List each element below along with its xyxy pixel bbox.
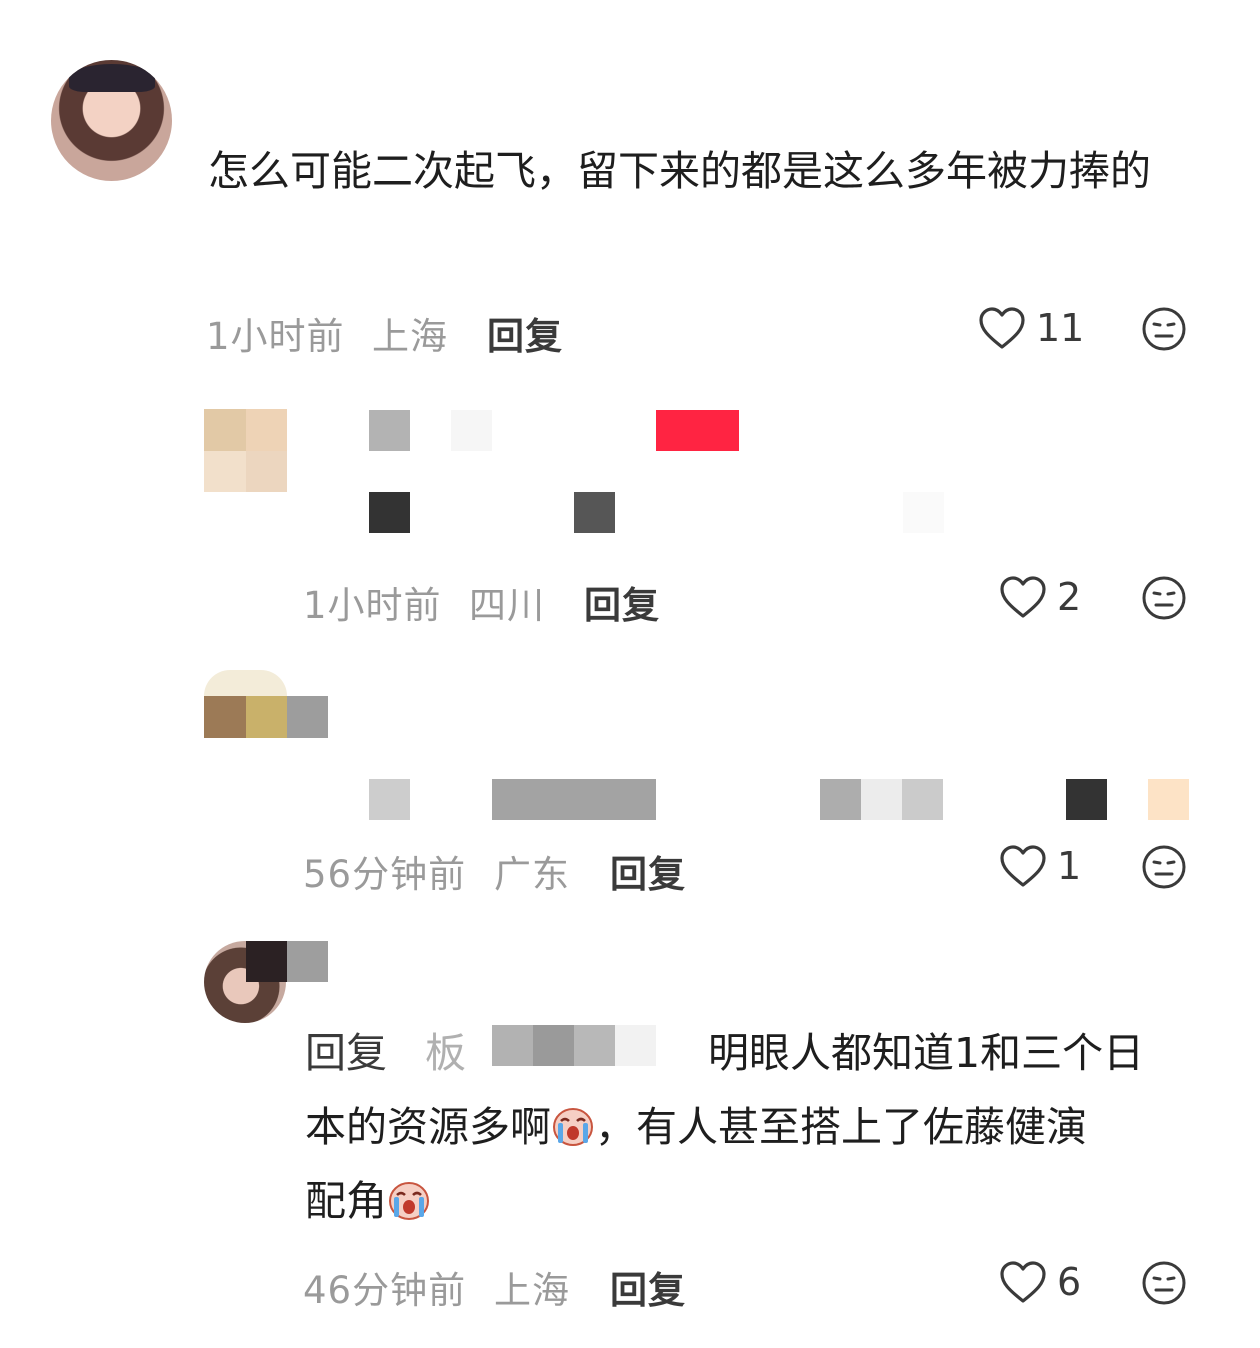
user-avatar[interactable] (204, 670, 328, 738)
like-button[interactable]: 2 (999, 575, 1081, 619)
like-count: 1 (1057, 844, 1082, 888)
pixel-block (246, 409, 287, 451)
redacted-text (820, 779, 861, 820)
comment-text: 明眼人都知道1和三个日 (708, 1029, 1145, 1077)
pixel-block (204, 451, 246, 492)
comment-time: 1小时前 (206, 315, 345, 358)
dislike-face-icon[interactable] (1141, 575, 1187, 621)
comment-location: 上海 (372, 315, 448, 358)
redacted-username (246, 941, 287, 982)
comment-text: 本的资源多啊 (305, 1103, 551, 1151)
redacted-username (492, 1025, 533, 1066)
reply-prefix: 回复 (305, 1029, 387, 1077)
user-avatar[interactable] (204, 409, 287, 492)
redacted-username (574, 1025, 615, 1066)
redacted-text (861, 779, 902, 820)
comment-text: 怎么可能二次起飞，留下来的都是这么多年被力捧的 (208, 147, 1151, 195)
redacted-username (451, 410, 492, 451)
redacted-sticker (1148, 779, 1189, 820)
avatar-hat (69, 64, 155, 92)
redacted-username (369, 410, 410, 451)
redacted-text (369, 492, 410, 533)
pixel-block (246, 451, 287, 492)
redacted-text (903, 492, 944, 533)
redacted-username (287, 941, 328, 982)
dislike-face-icon[interactable] (1141, 844, 1187, 890)
avatar-top (204, 670, 287, 696)
pixel-block (204, 409, 246, 451)
comment-text: ，有人甚至搭上了佐藤健演 (595, 1103, 1087, 1151)
reply-target-name[interactable]: 板 (425, 1016, 466, 1090)
reply-button[interactable]: 回复 (584, 575, 660, 629)
dislike-face-icon[interactable] (1141, 306, 1187, 352)
comment-location: 广东 (494, 853, 570, 896)
heart-outline-icon (1000, 845, 1046, 887)
crying-face-emoji (553, 1108, 593, 1146)
like-button[interactable]: 6 (999, 1260, 1081, 1304)
dislike-face-icon[interactable] (1141, 1260, 1187, 1306)
heart-outline-icon (979, 307, 1025, 349)
comment-time: 56分钟前 (303, 853, 467, 896)
redacted-text (492, 779, 656, 820)
reply-button[interactable]: 回复 (610, 844, 686, 898)
redacted-text (369, 779, 410, 820)
comment-location: 上海 (494, 1269, 570, 1312)
like-count: 6 (1057, 1260, 1082, 1304)
comment-text: 配角 (305, 1177, 387, 1225)
comment-text-line: 配角 (305, 1164, 431, 1238)
comment-time: 1小时前 (303, 584, 442, 627)
crying-face-emoji (389, 1182, 429, 1220)
redacted-username (533, 1025, 574, 1066)
reply-button[interactable]: 回复 (610, 1260, 686, 1314)
like-count: 2 (1057, 575, 1082, 619)
redacted-badge (656, 410, 739, 451)
like-button[interactable]: 11 (978, 306, 1084, 350)
pixel-block (287, 696, 328, 738)
comment-time: 46分钟前 (303, 1269, 467, 1312)
comment-location: 四川 (469, 584, 545, 627)
like-button[interactable]: 1 (999, 844, 1081, 888)
redacted-text (574, 492, 615, 533)
redacted-username (615, 1025, 656, 1066)
redacted-text (1066, 779, 1107, 820)
reply-button[interactable]: 回复 (487, 306, 563, 360)
pixel-block (246, 696, 287, 738)
comment-text-line: 本的资源多啊 ，有人甚至搭上了佐藤健演 (305, 1090, 1087, 1164)
heart-outline-icon (1000, 1261, 1046, 1303)
like-count: 11 (1036, 306, 1085, 350)
pixel-block (204, 696, 246, 738)
user-avatar[interactable] (51, 60, 172, 181)
redacted-text (902, 779, 943, 820)
heart-outline-icon (1000, 576, 1046, 618)
